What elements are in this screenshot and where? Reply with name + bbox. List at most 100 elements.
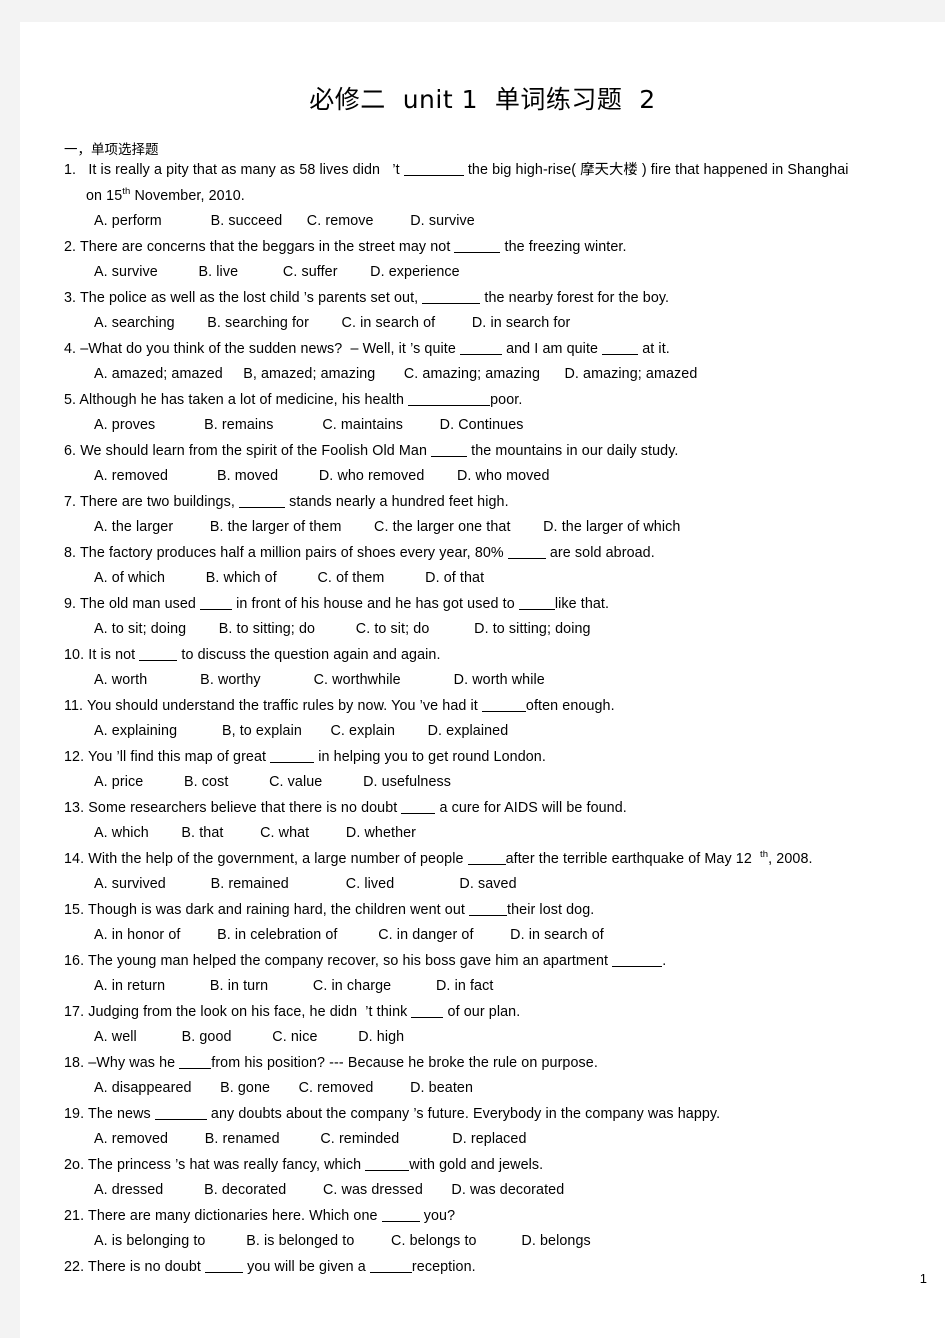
answer-blank bbox=[411, 1016, 444, 1018]
answer-blank bbox=[200, 608, 233, 610]
question-number: 4. bbox=[64, 340, 77, 357]
answer-blank bbox=[507, 557, 546, 559]
question-item: 18. –Why was he from his position? --- B… bbox=[64, 1051, 945, 1102]
document-page: 必修二 unit 1 单词练习题 2 一，单项选择题 1. It is real… bbox=[20, 22, 945, 1338]
question-stem: 21. There are many dictionaries here. Wh… bbox=[64, 1207, 456, 1224]
question-item: 3. The police as well as the lost child … bbox=[64, 286, 945, 337]
question-item: 5. Although he has taken a lot of medici… bbox=[64, 388, 945, 439]
answer-blank bbox=[205, 1271, 244, 1273]
question-stem: 14. With the help of the government, a l… bbox=[64, 848, 813, 867]
question-number: 2. bbox=[64, 238, 77, 255]
question-options: A. dressed B. decorated C. was dressed D… bbox=[94, 1182, 565, 1198]
question-options: A. is belonging to B. is belonged to C. … bbox=[94, 1233, 591, 1249]
question-stem: 4. –What do you think of the sudden news… bbox=[64, 340, 670, 357]
question-number: 7. bbox=[64, 493, 77, 510]
answer-blank bbox=[401, 812, 436, 814]
question-number: 6. bbox=[64, 442, 77, 459]
answer-blank bbox=[518, 608, 555, 610]
question-options: A. of which B. which of C. of them D. of… bbox=[94, 570, 485, 586]
answer-blank bbox=[481, 710, 526, 712]
question-stem: 6. We should learn from the spirit of th… bbox=[64, 442, 679, 459]
question-options: A. to sit; doing B. to sitting; do C. to… bbox=[94, 621, 591, 637]
question-stem: 18. –Why was he from his position? --- B… bbox=[64, 1054, 598, 1071]
answer-blank bbox=[422, 302, 481, 304]
question-number: 22. bbox=[64, 1258, 85, 1275]
answer-blank bbox=[460, 353, 502, 355]
question-stem: 16. The young man helped the company rec… bbox=[64, 952, 667, 969]
question-stem: 15. Though is was dark and raining hard,… bbox=[64, 901, 595, 918]
answer-blank bbox=[403, 175, 464, 176]
question-options: A. in return B. in turn C. in charge D. … bbox=[94, 978, 494, 994]
question-stem: 22. There is no doubt you will be given … bbox=[64, 1258, 476, 1275]
answer-blank bbox=[454, 251, 501, 253]
question-number: 18. bbox=[64, 1054, 85, 1071]
question-item: 2o. The princess ’s hat was really fancy… bbox=[64, 1153, 945, 1204]
question-item: 11. You should understand the traffic ru… bbox=[64, 694, 945, 745]
question-stem-cont: on 15th November, 2010. bbox=[86, 185, 245, 204]
question-item: 12. You ’ll find this map of great in he… bbox=[64, 745, 945, 796]
question-stem: 3. The police as well as the lost child … bbox=[64, 289, 670, 306]
question-stem: 7. There are two buildings, stands nearl… bbox=[64, 493, 509, 510]
question-options: A. proves B. remains C. maintains D. Con… bbox=[94, 417, 524, 433]
question-item: 13. Some researchers believe that there … bbox=[64, 796, 945, 847]
question-stem: 2o. The princess ’s hat was really fancy… bbox=[64, 1156, 544, 1173]
question-stem: 19. The news any doubts about the compan… bbox=[64, 1105, 721, 1122]
page-number: 1 bbox=[919, 1271, 927, 1286]
question-item: 8. The factory produces half a million p… bbox=[64, 541, 945, 592]
question-options: A. worth B. worthy C. worthwhile D. wort… bbox=[94, 672, 545, 688]
question-options: A. survive B. live C. suffer D. experien… bbox=[94, 264, 460, 280]
question-options: A. disappeared B. gone C. removed D. bea… bbox=[94, 1080, 474, 1096]
question-stem: 11. You should understand the traffic ru… bbox=[64, 697, 615, 714]
question-list: 1. It is really a pity that as many as 5… bbox=[64, 158, 945, 1280]
question-number: 11. bbox=[64, 697, 84, 714]
question-item: 14. With the help of the government, a l… bbox=[64, 847, 945, 898]
answer-blank bbox=[381, 1220, 420, 1222]
question-item: 10. It is not to discuss the question ag… bbox=[64, 643, 945, 694]
question-options: A. removed B. renamed C. reminded D. rep… bbox=[94, 1131, 527, 1147]
question-stem: 2. There are concerns that the beggars i… bbox=[64, 238, 627, 255]
question-number: 3. bbox=[64, 289, 77, 306]
question-number: 17. bbox=[64, 1003, 85, 1020]
question-options: A. in honor of B. in celebration of C. i… bbox=[94, 927, 604, 943]
question-options: A. explaining B, to explain C. explain D… bbox=[94, 723, 509, 739]
question-item: 1. It is really a pity that as many as 5… bbox=[64, 158, 945, 235]
answer-blank bbox=[154, 1118, 207, 1120]
question-options: A. survived B. remained C. lived D. save… bbox=[94, 876, 517, 892]
question-stem: 5. Although he has taken a lot of medici… bbox=[64, 391, 523, 408]
answer-blank bbox=[270, 761, 315, 763]
question-item: 22. There is no doubt you will be given … bbox=[64, 1255, 945, 1281]
answer-blank bbox=[369, 1271, 412, 1273]
answer-blank bbox=[239, 506, 285, 508]
question-options: A. amazed; amazed B, amazed; amazing C. … bbox=[94, 366, 698, 382]
answer-blank bbox=[365, 1169, 410, 1171]
question-options: A. the larger B. the larger of them C. t… bbox=[94, 519, 681, 535]
question-stem: 8. The factory produces half a million p… bbox=[64, 544, 655, 561]
question-stem: 17. Judging from the look on his face, h… bbox=[64, 1003, 521, 1020]
question-stem: 9. The old man used in front of his hous… bbox=[64, 595, 610, 612]
question-options: A. removed B. moved D. who removed D. wh… bbox=[94, 468, 550, 484]
answer-blank bbox=[602, 353, 639, 355]
question-stem: 10. It is not to discuss the question ag… bbox=[64, 646, 441, 663]
question-number: 8. bbox=[64, 544, 77, 561]
question-item: 9. The old man used in front of his hous… bbox=[64, 592, 945, 643]
answer-blank bbox=[612, 965, 663, 967]
answer-blank bbox=[467, 863, 506, 865]
question-options: A. price B. cost C. value D. usefulness bbox=[94, 774, 451, 790]
answer-blank bbox=[408, 404, 491, 406]
question-number: 13. bbox=[64, 799, 85, 816]
question-item: 17. Judging from the look on his face, h… bbox=[64, 1000, 945, 1051]
question-number: 5. bbox=[64, 391, 77, 408]
question-options: A. perform B. succeed C. remove D. survi… bbox=[94, 213, 475, 229]
section-heading: 一，单项选择题 bbox=[64, 142, 159, 158]
question-options: A. searching B. searching for C. in sear… bbox=[94, 315, 571, 331]
question-number: 10. bbox=[64, 646, 85, 663]
question-number: 9. bbox=[64, 595, 77, 612]
question-number: 2o. bbox=[64, 1156, 85, 1173]
question-number: 19. bbox=[64, 1105, 85, 1122]
question-number: 15. bbox=[64, 901, 85, 918]
question-item: 6. We should learn from the spirit of th… bbox=[64, 439, 945, 490]
question-options: A. which B. that C. what D. whether bbox=[94, 825, 417, 841]
question-stem: 13. Some researchers believe that there … bbox=[64, 799, 627, 816]
question-number: 14. bbox=[64, 850, 85, 867]
question-item: 19. The news any doubts about the compan… bbox=[64, 1102, 945, 1153]
